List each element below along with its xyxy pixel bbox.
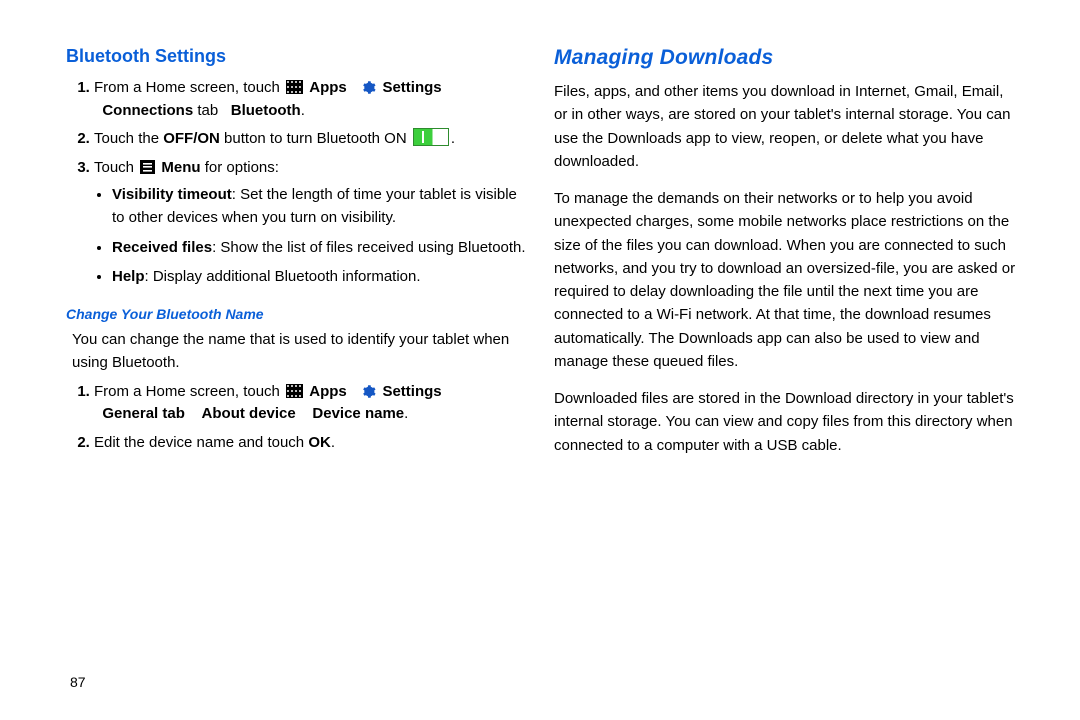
cn-step-2: Edit the device name and touch OK. (94, 432, 532, 455)
menu-label: Menu (161, 159, 200, 176)
device-name-label: Device name (312, 405, 404, 422)
step-3: Touch Menu for options: Visibility timeo… (94, 157, 532, 289)
managing-downloads-heading: Managing Downloads (554, 46, 1020, 70)
step-2-mid: button to turn Bluetooth ON (220, 130, 411, 147)
offon-label: OFF/ON (163, 130, 220, 147)
change-name-intro: You can change the name that is used to … (72, 328, 532, 375)
tab-word: tab (197, 102, 222, 119)
gear-icon (361, 384, 376, 399)
toggle-on-icon (413, 128, 449, 146)
cn-settings-label: Settings (382, 383, 441, 400)
step-3-suffix: for options: (201, 159, 279, 176)
menu-icon (140, 160, 155, 174)
received-files-text: : Show the list of files received using … (212, 239, 526, 256)
cn-step-1: From a Home screen, touch Apps Settings … (94, 381, 532, 426)
help-text: : Display additional Bluetooth informati… (145, 268, 421, 285)
right-column: Managing Downloads Files, apps, and othe… (540, 46, 1060, 700)
change-name-steps: From a Home screen, touch Apps Settings … (66, 381, 532, 455)
cn-step-2-prefix: Edit the device name and touch (94, 434, 308, 451)
general-tab-label: General tab (102, 405, 185, 422)
step-2: Touch the OFF/ON button to turn Bluetoot… (94, 128, 532, 151)
cn-apps-label: Apps (309, 383, 347, 400)
left-column: Bluetooth Settings From a Home screen, t… (20, 46, 540, 700)
bullet-visibility-timeout: Visibility timeout: Set the length of ti… (112, 183, 532, 230)
gear-icon (361, 80, 376, 95)
ok-label: OK (308, 434, 331, 451)
connections-tab-label: Connections (102, 102, 193, 119)
step-1: From a Home screen, touch Apps Settings … (94, 77, 532, 122)
change-bluetooth-name-heading: Change Your Bluetooth Name (66, 306, 532, 322)
downloads-paragraph-1: Files, apps, and other items you downloa… (554, 80, 1020, 173)
downloads-paragraph-3: Downloaded files are stored in the Downl… (554, 387, 1020, 457)
settings-label: Settings (382, 79, 441, 96)
help-label: Help (112, 268, 145, 285)
bullet-help: Help: Display additional Bluetooth infor… (112, 265, 532, 288)
apps-label: Apps (309, 79, 347, 96)
bluetooth-settings-heading: Bluetooth Settings (66, 46, 532, 67)
bullet-received-files: Received files: Show the list of files r… (112, 236, 532, 259)
options-list: Visibility timeout: Set the length of ti… (94, 183, 532, 288)
step-1-text: From a Home screen, touch (94, 79, 284, 96)
about-device-label: About device (202, 405, 296, 422)
step-3-prefix: Touch (94, 159, 138, 176)
page-number: 87 (70, 674, 86, 690)
bluetooth-label: Bluetooth (231, 102, 301, 119)
visibility-timeout-label: Visibility timeout (112, 186, 232, 203)
apps-icon (286, 80, 303, 94)
cn-step-1-prefix: From a Home screen, touch (94, 383, 284, 400)
apps-icon (286, 384, 303, 398)
manual-page: Bluetooth Settings From a Home screen, t… (0, 0, 1080, 720)
downloads-paragraph-2: To manage the demands on their networks … (554, 187, 1020, 373)
bluetooth-steps: From a Home screen, touch Apps Settings … (66, 77, 532, 288)
received-files-label: Received files (112, 239, 212, 256)
step-2-prefix: Touch the (94, 130, 163, 147)
